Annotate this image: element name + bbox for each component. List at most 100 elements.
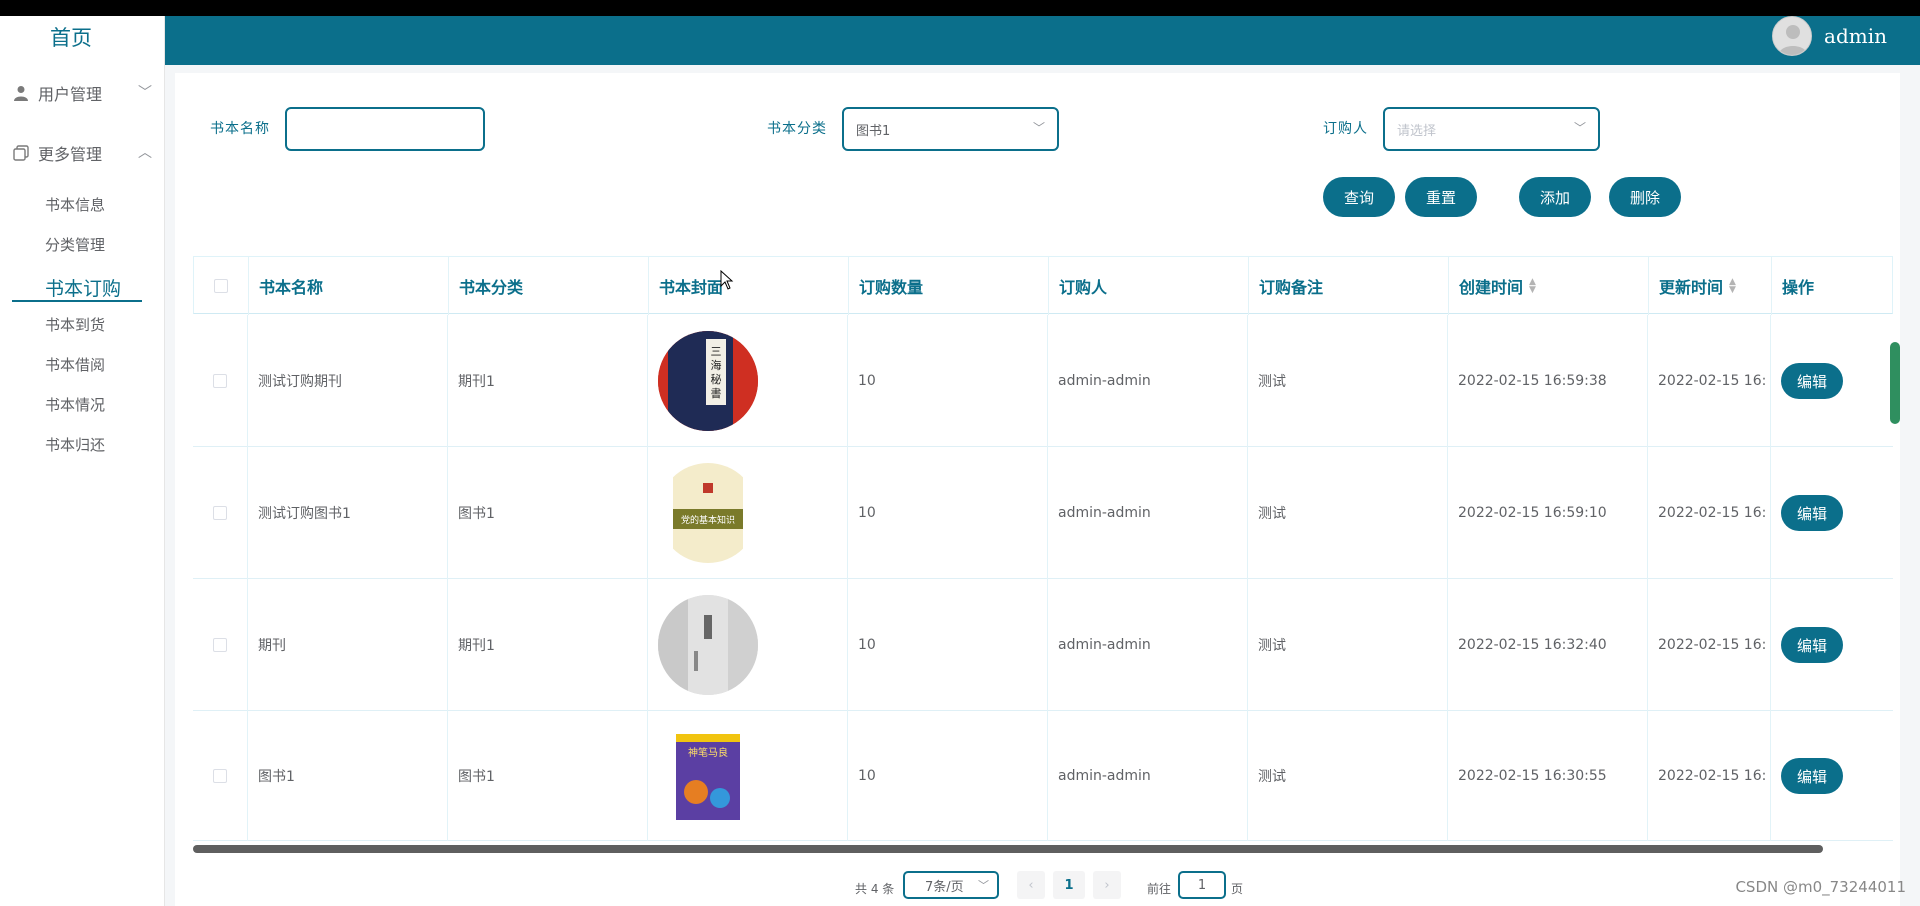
sidebar-home[interactable]: 首页 [0,22,142,52]
col-book-cover: 书本封面 [649,257,849,315]
sidebar-item-book-order[interactable]: 书本订购 [12,268,142,302]
cell-book-name: 期刊 [248,579,448,711]
cell-book-cover [648,579,848,711]
cell-created: 2022-02-15 16:32:40 [1448,579,1648,711]
top-header: admin [165,16,1920,65]
chevron-down-icon: ﹀ [978,879,989,892]
search-button[interactable]: 查询 [1323,177,1395,217]
sort-icon[interactable]: ▲ ▼ [1529,278,1536,295]
goto-prefix: 前往 [1147,882,1172,896]
row-checkbox[interactable] [213,638,227,652]
cell-buyer: admin-admin [1048,579,1248,711]
cell-book-category: 期刊1 [448,315,648,447]
cell-created: 2022-02-15 16:59:38 [1448,315,1648,447]
username[interactable]: admin [1824,24,1887,48]
chevron-up-icon: ︿ [138,145,152,161]
row-select-cell [193,711,248,841]
book-name-input[interactable] [285,107,485,151]
copy-icon [12,144,30,162]
cell-actions: 编辑 [1771,447,1893,579]
book-category-value: 图书1 [856,123,891,139]
col-actions: 操作 [1782,278,1815,297]
cell-updated: 2022-02-15 16: [1648,447,1771,579]
cell-book-name: 测试订购期刊 [248,315,448,447]
chevron-down-icon: ﹀ [1032,121,1045,135]
sidebar-item-book-return[interactable]: 书本归还 [45,434,105,455]
table-row: 测试订购期刊 期刊1 三海秘書 10 admin-admin 测试 2022-0… [193,315,1893,447]
sidebar-item-book-info[interactable]: 书本信息 [45,194,105,215]
edit-button[interactable]: 编辑 [1781,495,1843,531]
sidebar-group-more[interactable]: 更多管理 ︿ [12,138,152,168]
sidebar-group-label: 更多管理 [38,145,103,164]
watermark: CSDN @m0_73244011 [1735,878,1906,896]
sidebar: 首页 用户管理 ﹀ 更多管理 ︿ 书本信息 分类管理 书本订购 书本到货 书本借… [0,16,165,906]
reset-button[interactable]: 重置 [1405,177,1477,217]
svg-text:党的基本知识: 党的基本知识 [681,514,735,526]
cell-buyer: admin-admin [1048,447,1248,579]
book-cover-image: 神笔马良 [658,726,758,826]
row-checkbox[interactable] [213,506,227,520]
page-size-select[interactable]: 7条/页 ﹀ [903,871,999,899]
cell-book-name: 图书1 [248,711,448,841]
content-card: 书本名称 书本分类 图书1 ﹀ 订购人 请选择 ﹀ 查询 重置 添加 删除 书本… [175,73,1900,906]
cell-book-category: 图书1 [448,711,648,841]
svg-text:秘: 秘 [711,372,722,386]
cell-quantity: 10 [848,447,1048,579]
row-checkbox[interactable] [213,769,227,783]
total-count: 共 4 条 [855,882,895,896]
mouse-cursor-icon [720,269,734,294]
cell-book-name: 测试订购图书1 [248,447,448,579]
table-row: 图书1 图书1 神笔马良 10 admin-admin 测试 2022-02-1… [193,711,1893,841]
next-page-button[interactable]: › [1093,871,1121,899]
cell-note: 测试 [1248,711,1448,841]
svg-text:書: 書 [711,386,722,400]
sidebar-item-book-status[interactable]: 书本情况 [45,394,105,415]
col-book-name: 书本名称 [249,257,449,315]
col-created-time[interactable]: 创建时间 ▲ ▼ [1449,257,1649,315]
col-updated-time[interactable]: 更新时间 ▲ ▼ [1649,257,1772,315]
row-select-cell [193,315,248,447]
cell-actions: 编辑 [1771,579,1893,711]
vertical-scrollbar[interactable] [1890,342,1900,424]
prev-page-button[interactable]: ‹ [1017,871,1045,899]
delete-button[interactable]: 删除 [1609,177,1681,217]
row-checkbox[interactable] [213,374,227,388]
sidebar-group-label: 用户管理 [38,85,103,104]
table-row: 测试订购图书1 图书1 党的基本知识 10 admin-admin 测试 202… [193,447,1893,579]
cell-actions: 编辑 [1771,711,1893,841]
chevron-down-icon: ﹀ [1573,121,1586,135]
cell-note: 测试 [1248,315,1448,447]
sidebar-group-users[interactable]: 用户管理 ﹀ [12,78,152,108]
edit-button[interactable]: 编辑 [1781,627,1843,663]
cell-book-category: 图书1 [448,447,648,579]
buyer-select[interactable]: 请选择 ﹀ [1383,107,1600,151]
col-updated-label: 更新时间 [1659,278,1724,297]
sidebar-item-category[interactable]: 分类管理 [45,234,105,255]
col-created-label: 创建时间 [1459,278,1524,297]
goto-page-input[interactable]: 1 [1178,871,1226,899]
cell-book-cover: 党的基本知识 [648,447,848,579]
book-category-select[interactable]: 图书1 ﹀ [842,107,1059,151]
book-category-label: 书本分类 [767,121,827,137]
cell-created: 2022-02-15 16:30:55 [1448,711,1648,841]
add-button[interactable]: 添加 [1519,177,1591,217]
avatar[interactable] [1772,16,1812,56]
cell-updated: 2022-02-15 16: [1648,315,1771,447]
horizontal-scrollbar[interactable] [193,845,1823,853]
sort-icon[interactable]: ▲ ▼ [1729,278,1736,295]
cell-actions: 编辑 [1771,315,1893,447]
cell-book-cover: 三海秘書 [648,315,848,447]
cell-note: 测试 [1248,579,1448,711]
sidebar-item-book-arrival[interactable]: 书本到货 [45,314,105,335]
book-cover-image [658,595,758,695]
select-all-checkbox[interactable] [214,279,228,293]
cell-buyer: admin-admin [1048,315,1248,447]
sidebar-item-book-borrow[interactable]: 书本借阅 [45,354,105,375]
svg-text:神笔马良: 神笔马良 [688,746,728,759]
edit-button[interactable]: 编辑 [1781,363,1843,399]
select-all-cell [194,257,249,315]
cell-quantity: 10 [848,579,1048,711]
page-number-current[interactable]: 1 [1053,871,1085,899]
buyer-placeholder: 请选择 [1397,123,1437,139]
edit-button[interactable]: 编辑 [1781,758,1843,794]
